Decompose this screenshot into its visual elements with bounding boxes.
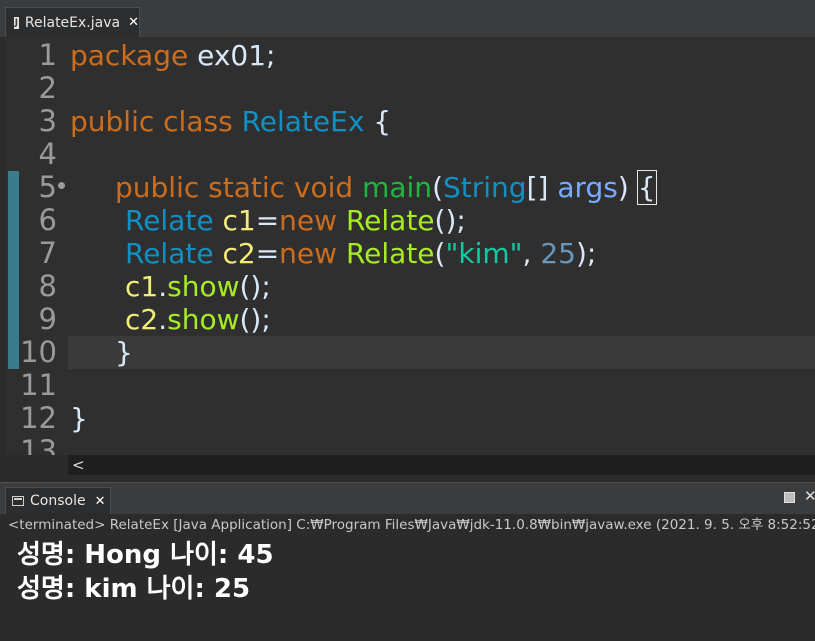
code-token: show (167, 303, 240, 336)
code-token: (); (239, 270, 271, 303)
code-token: show (167, 270, 240, 303)
horizontal-scrollbar[interactable]: < (68, 455, 815, 475)
code-editor[interactable]: 1 2 3 4 5 6 7 8 9 10 11 12 13 package ex… (5, 37, 815, 455)
code-token: ex01; (188, 39, 276, 72)
line-number: 7 (38, 236, 57, 270)
code-line-8[interactable]: c1.show(); (125, 270, 271, 303)
code-token: c2 (222, 237, 256, 270)
code-token: ) (617, 171, 638, 204)
line-number: 13 (20, 434, 57, 456)
line-number: 2 (38, 71, 57, 105)
maximize-icon[interactable]: ✕ (804, 487, 815, 505)
code-token: 25 (540, 237, 576, 270)
line-number: 10 (20, 335, 57, 369)
code-token: . (158, 303, 168, 336)
code-token: c1 (222, 204, 256, 237)
code-token: "kim" (445, 237, 523, 270)
console-output[interactable]: 성명: Hong 나이: 45 성명: kim 나이: 25 (0, 536, 815, 641)
code-token: package (70, 39, 189, 72)
code-token: = (255, 204, 280, 237)
code-token: ); (575, 237, 597, 270)
code-token: . (158, 270, 168, 303)
line-number: 12 (20, 401, 57, 435)
java-file-icon: J (14, 16, 19, 29)
line-number: 8 (38, 269, 57, 303)
code-token: c2 (125, 303, 159, 336)
code-token: , (522, 237, 541, 270)
code-token: args (557, 171, 618, 204)
console-output-line: 성명: kim 나이: 25 (17, 574, 251, 604)
close-icon[interactable]: ✕ (95, 494, 106, 509)
current-line-highlight (68, 336, 815, 369)
code-token: ( (434, 237, 446, 270)
code-line-10[interactable]: } (115, 336, 133, 369)
console-tab[interactable]: Console ✕ (5, 487, 111, 514)
code-line-6[interactable]: Relate c1=new Relate(); (125, 204, 466, 237)
line-number: 9 (38, 302, 57, 336)
editor-tab-label: RelateEx.java (24, 14, 121, 31)
fold-collapse-icon[interactable] (58, 182, 65, 189)
code-line-5[interactable]: public static void main(String[] args) { (115, 170, 657, 205)
code-token: { (364, 105, 392, 138)
code-token: Relate (125, 204, 214, 237)
line-number: 5 (38, 170, 57, 204)
line-number: 6 (38, 203, 57, 237)
line-number-gutter: 1 2 3 4 5 6 7 8 9 10 11 12 13 (5, 37, 68, 455)
console-tabbar: Console ✕ (0, 482, 815, 514)
line-number: 11 (20, 368, 57, 402)
code-token: c1 (125, 270, 159, 303)
code-token: = (255, 237, 280, 270)
close-icon[interactable]: ✕ (128, 15, 139, 30)
line-number: 1 (38, 38, 57, 72)
editor-tabbar: J RelateEx.java ✕ (0, 0, 815, 37)
code-token: (); (239, 303, 271, 336)
code-token: RelateEx (241, 105, 365, 138)
code-token: String (443, 171, 527, 204)
line-number: 4 (38, 137, 57, 171)
matching-brace: { (636, 170, 657, 205)
console-output-line: 성명: Hong 나이: 45 (17, 540, 274, 570)
code-token: ( (432, 171, 443, 204)
console-status-line: <terminated> RelateEx [Java Application]… (8, 517, 815, 533)
scroll-left-icon[interactable]: < (72, 455, 85, 475)
code-token: (); (434, 204, 466, 237)
console-tab-label: Console (30, 493, 86, 509)
console-icon (12, 496, 24, 506)
line-number: 3 (38, 104, 57, 138)
code-token: main (362, 171, 433, 204)
code-line-9[interactable]: c2.show(); (125, 303, 271, 336)
code-token: Relate (345, 237, 435, 270)
code-token: new (279, 204, 338, 237)
minimize-icon[interactable] (784, 492, 795, 503)
editor-tab-relateex[interactable]: J RelateEx.java ✕ (5, 7, 140, 37)
code-line-7[interactable]: Relate c2=new Relate("kim", 25); (125, 237, 596, 270)
code-token: } (70, 402, 88, 435)
code-token: } (115, 336, 133, 369)
code-token: public class (70, 105, 233, 138)
code-line-1[interactable]: package ex01; (70, 39, 276, 72)
code-line-3[interactable]: public class RelateEx { (70, 105, 391, 138)
code-token: [] (526, 171, 558, 204)
code-token: Relate (345, 204, 435, 237)
code-token: new (279, 237, 338, 270)
code-token: Relate (125, 237, 214, 270)
code-token: public static void (115, 171, 354, 204)
code-line-12[interactable]: } (70, 402, 88, 435)
